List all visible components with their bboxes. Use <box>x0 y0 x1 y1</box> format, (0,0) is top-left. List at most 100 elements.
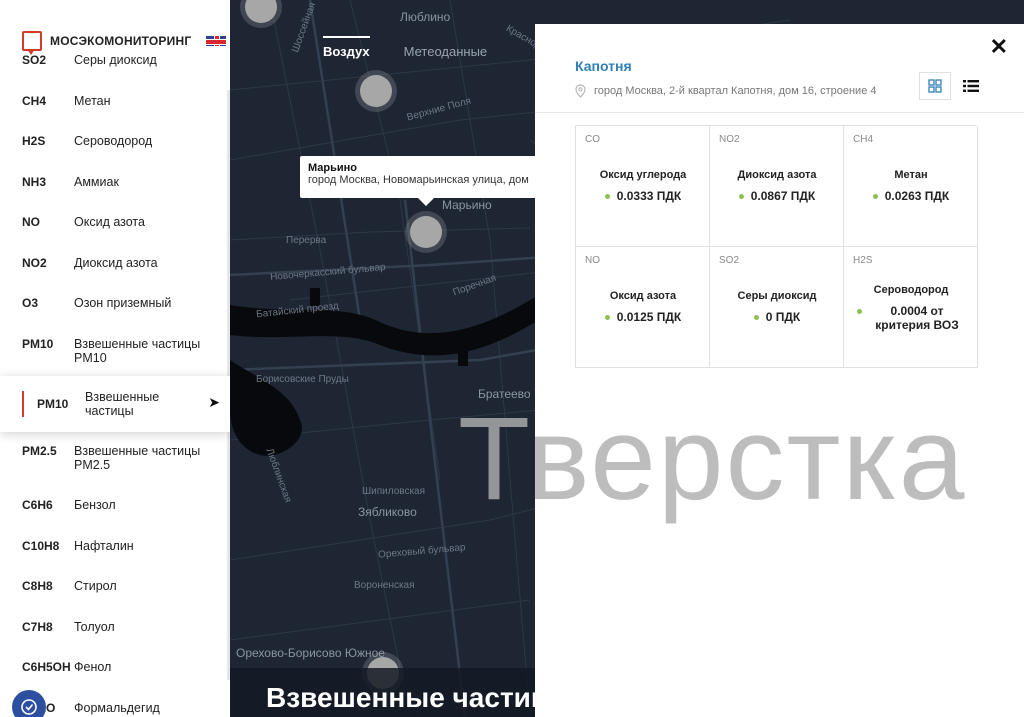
pollutant-code: CH4 <box>22 94 47 108</box>
status-dot <box>604 314 610 320</box>
pollutant-item-pm25[interactable]: PM2.5 Взвешенные частицы PM2.5 <box>0 444 230 472</box>
measurements-grid: CO Оксид углерода 0.0333 ПДК NO2 Диоксид… <box>575 125 978 368</box>
station-panel: ✕ Капотня город Москва, 2-й квартал Капо… <box>535 24 1024 717</box>
tab-meteo[interactable]: Метеоданные <box>404 36 488 65</box>
tab-air[interactable]: Воздух <box>323 36 370 65</box>
logo-text: МОСЭКОМОНИТОРИНГ <box>50 34 192 48</box>
pollutant-item-c10h8[interactable]: C10H8 Нафталин <box>0 539 230 553</box>
pollutant-name: Аммиак <box>74 175 119 189</box>
pollutant-item-so2[interactable]: SO2 Серы диоксид <box>0 53 230 67</box>
pollutant-item-ch4[interactable]: CH4 Метан <box>0 94 230 108</box>
pollutant-item-nh3[interactable]: NH3 Аммиак <box>0 175 230 189</box>
measurement-name: Сероводород <box>873 284 949 296</box>
pollutant-code: NH3 <box>22 175 47 189</box>
measurement-value: 0.0004 от критерия ВОЗ <box>844 304 978 332</box>
map-label: Борисовские Пруды <box>256 374 349 385</box>
measurement-code: SO2 <box>719 255 740 266</box>
measurement-name: Метан <box>894 169 928 181</box>
pollutant-name: Бензол <box>74 498 116 512</box>
measurement-card[interactable]: CO Оксид углерода 0.0333 ПДК <box>576 126 710 247</box>
measurement-value: 0.0125 ПДК <box>576 310 710 324</box>
station-marker[interactable] <box>355 70 397 112</box>
measurement-card[interactable]: NO Оксид азота 0.0125 ПДК <box>576 247 710 368</box>
measurement-card[interactable]: NO2 Диоксид азота 0.0867 ПДК <box>710 126 844 247</box>
measurement-name: Оксид углерода <box>599 169 687 181</box>
map-label: Перерва <box>286 235 327 246</box>
status-dot <box>738 193 744 199</box>
pollutant-item-selected[interactable]: PM10 Взвешенные частицы ➤ <box>0 376 230 432</box>
logo-icon <box>22 31 42 55</box>
measurement-card[interactable]: H2S Сероводород 0.0004 от критерия ВОЗ <box>844 247 978 368</box>
pollutant-name: Оксид азота <box>74 215 145 229</box>
pollutant-item-c6h5oh[interactable]: C6H5OH Фенол <box>0 660 230 674</box>
station-address-text: город Москва, 2-й квартал Капотня, дом 1… <box>594 85 877 97</box>
pollutant-item-h2s[interactable]: H2S Сероводород <box>0 134 230 148</box>
measurement-value-text: 0.0004 от критерия ВОЗ <box>875 304 959 332</box>
measurement-value: 0 ПДК <box>710 310 844 324</box>
pollutant-code: PM2.5 <box>22 444 57 458</box>
pollutant-item-pm10[interactable]: PM10 Взвешенные частицы PM10 <box>0 337 230 365</box>
popup-address: город Москва, Новомарьинская улица, дом <box>308 174 529 186</box>
measurement-card[interactable]: SO2 Серы диоксид 0 ПДК <box>710 247 844 368</box>
pollutant-item-o3[interactable]: O3 Озон приземный <box>0 296 230 310</box>
station-popup[interactable]: Марьино город Москва, Новомарьинская ули… <box>300 156 540 198</box>
pollutant-code: NO <box>22 215 40 229</box>
logo[interactable]: МОСЭКОМОНИТОРИНГ <box>22 31 192 55</box>
sidebar: МОСЭКОМОНИТОРИНГ SO2 Серы диоксид CH4 Ме… <box>0 0 230 717</box>
measurement-value-text: 0.0867 ПДК <box>750 189 816 203</box>
pollutant-name: Нафталин <box>74 539 134 553</box>
status-dot <box>857 309 862 314</box>
pollutant-name: Взвешенные частицы PM10 <box>74 337 201 365</box>
map-label: Марьино <box>442 198 492 212</box>
arrow-right-icon: ➤ <box>208 394 220 410</box>
pollutant-item-no2[interactable]: NO2 Диоксид азота <box>0 256 230 270</box>
measurement-value: 0.0867 ПДК <box>710 189 844 203</box>
help-icon[interactable] <box>12 690 46 717</box>
pollutant-name: Стирол <box>74 579 117 593</box>
panel-divider <box>535 112 1024 113</box>
pollutant-code: O3 <box>22 296 39 310</box>
measurement-name: Оксид азота <box>609 290 677 302</box>
pollutant-code: SO2 <box>22 53 47 67</box>
uk-flag-icon[interactable] <box>206 36 226 46</box>
pollutant-name: Диоксид азота <box>74 256 158 270</box>
watermark: Тверстка <box>458 393 967 525</box>
measurement-code: CO <box>585 134 600 145</box>
pollutant-name: Толуол <box>74 620 115 634</box>
popup-tail <box>418 198 434 206</box>
pollutant-name: Сероводород <box>74 134 153 148</box>
pollutant-code: C8H8 <box>22 579 53 593</box>
pollutant-name: Взвешенные частицы PM2.5 <box>74 444 201 472</box>
measurement-name: Серы диоксид <box>737 290 817 302</box>
map-label: Шипиловская <box>362 486 426 497</box>
pollutant-code: C7H8 <box>22 620 53 634</box>
pollutant-item-no[interactable]: NO Оксид азота <box>0 215 230 229</box>
pollutant-name: Формальдегид <box>74 701 160 715</box>
measurement-value-text: 0.0125 ПДК <box>616 310 682 324</box>
list-view-icon[interactable] <box>955 72 987 100</box>
status-dot <box>753 314 759 320</box>
popup-title: Марьино <box>308 162 358 174</box>
pollutant-item-c7h8[interactable]: C7H8 Толуол <box>0 620 230 634</box>
grid-view-icon[interactable] <box>919 72 951 100</box>
pollutant-code: PM10 <box>22 337 54 351</box>
map-label: Вороненская <box>354 580 415 591</box>
measurement-value: 0.0333 ПДК <box>576 189 710 203</box>
pollutant-code: PM10 <box>37 397 69 411</box>
measurement-name: Диоксид азота <box>737 169 817 181</box>
measurement-value-text: 0.0263 ПДК <box>884 189 950 203</box>
measurement-code: CH4 <box>853 134 874 145</box>
station-address: город Москва, 2-й квартал Капотня, дом 1… <box>575 84 876 98</box>
close-icon[interactable]: ✕ <box>990 34 1008 60</box>
measurement-code: H2S <box>853 255 873 266</box>
pollutant-name: Фенол <box>74 660 112 674</box>
pollutant-code: NO2 <box>22 256 47 270</box>
pollutant-code: C10H8 <box>22 539 60 553</box>
pollutant-item-c6h6[interactable]: C6H6 Бензол <box>0 498 230 512</box>
pollutant-item-c8h8[interactable]: C8H8 Стирол <box>0 579 230 593</box>
pollutant-code: H2S <box>22 134 46 148</box>
station-marker[interactable] <box>405 211 447 253</box>
pollutant-name: Серы диоксид <box>74 53 157 67</box>
measurement-card[interactable]: CH4 Метан 0.0263 ПДК <box>844 126 978 247</box>
measurement-value-text: 0 ПДК <box>765 310 801 324</box>
